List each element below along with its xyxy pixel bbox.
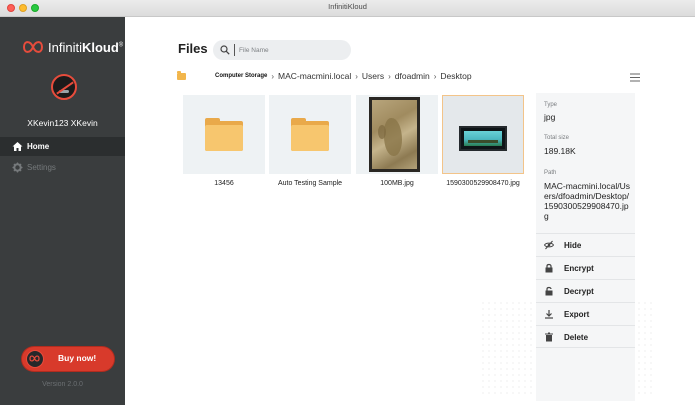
breadcrumb-root[interactable]: Computer Storage: [215, 73, 267, 79]
sidebar-item-home[interactable]: Home: [0, 137, 125, 156]
size-label: Total size: [544, 135, 570, 141]
app-logo: InfinitiKloud®: [22, 37, 127, 57]
logo-text: InfinitiKloud®: [48, 40, 123, 55]
eye-slash-icon: [544, 240, 554, 250]
chevron-right-icon: ›: [271, 71, 275, 81]
type-value: jpg: [544, 112, 556, 122]
version-label: Version 2.0.0: [42, 381, 83, 388]
chevron-right-icon: ›: [388, 71, 391, 81]
chevron-right-icon: ›: [433, 71, 437, 81]
sidebar-item-label: Settings: [27, 163, 56, 172]
decorative-dots: [636, 300, 656, 395]
image-thumbnail: [369, 97, 420, 172]
path-label: Path: [544, 170, 557, 176]
file-name: 100MB.jpg: [380, 180, 414, 187]
unlock-icon: [545, 286, 553, 296]
encrypt-button[interactable]: Encrypt: [536, 256, 635, 279]
breadcrumb-item-user[interactable]: dfoadmin: [395, 71, 430, 81]
breadcrumb-item-users[interactable]: Users: [362, 71, 384, 81]
breadcrumb-bar: Computer Storage › MAC-macmini.local › U…: [170, 67, 642, 89]
file-name: 13456: [214, 180, 234, 187]
encrypt-label: Encrypt: [564, 264, 594, 273]
size-value: 189.18K: [544, 146, 576, 156]
file-tile[interactable]: [356, 95, 438, 174]
path-value: MAC-macmini.local/Users/dfoadmin/Desktop…: [544, 181, 630, 221]
logo-text-bold: Kloud: [81, 39, 119, 55]
avatar[interactable]: [51, 74, 77, 100]
file-tile[interactable]: [269, 95, 351, 174]
breadcrumb: Computer Storage › MAC-macmini.local › U…: [215, 71, 472, 81]
search-bar: [213, 40, 351, 60]
export-icon: [545, 310, 553, 319]
sidebar-item-label: Home: [27, 142, 50, 151]
sidebar-item-settings[interactable]: Settings: [0, 158, 125, 177]
image-thumbnail: [459, 126, 507, 151]
delete-label: Delete: [564, 333, 589, 342]
decrypt-label: Decrypt: [564, 287, 594, 296]
folder-icon: [291, 118, 329, 151]
file-tile-selected[interactable]: [442, 95, 524, 174]
file-tile[interactable]: [183, 95, 265, 174]
title-bar: InfinitiKloud: [0, 0, 695, 17]
logo-icon: [26, 350, 44, 368]
home-icon: [12, 142, 23, 151]
hide-button[interactable]: Hide: [536, 233, 635, 256]
gear-icon: [12, 162, 23, 173]
search-divider: [234, 44, 235, 56]
delete-button[interactable]: Delete: [536, 325, 635, 348]
breadcrumb-item-desktop[interactable]: Desktop: [440, 71, 471, 81]
folder-icon: [205, 118, 243, 151]
file-name: 1590300529908470.jpg: [446, 180, 520, 187]
export-label: Export: [564, 310, 590, 319]
logo-icon: [22, 41, 44, 53]
sidebar: InfinitiKloud® XKevin123 XKevin Home Set…: [0, 17, 125, 405]
file-name: Auto Testing Sample: [277, 180, 343, 187]
type-label: Type: [544, 102, 558, 108]
page-title: Files: [178, 41, 208, 56]
folder-icon: [177, 71, 186, 80]
buy-now-label: Buy now!: [58, 353, 97, 363]
export-button[interactable]: Export: [536, 302, 635, 325]
search-icon: [220, 45, 230, 55]
list-view-icon[interactable]: [630, 73, 640, 82]
buy-now-button[interactable]: Buy now!: [22, 347, 114, 371]
app-window: InfinitiKloud InfinitiKloud® XKevin123 X…: [0, 0, 695, 405]
logo-text-prefix: Infiniti: [48, 39, 82, 55]
registered-mark: ®: [118, 42, 124, 49]
search-input[interactable]: [239, 43, 344, 57]
details-panel: Type jpg Total size 189.18K Path MAC-mac…: [536, 93, 635, 401]
trash-icon: [545, 332, 553, 342]
decrypt-button[interactable]: Decrypt: [536, 279, 635, 302]
breadcrumb-item-host[interactable]: MAC-macmini.local: [278, 71, 351, 81]
window-title: InfinitiKloud: [328, 2, 367, 11]
chevron-right-icon: ›: [355, 71, 358, 81]
hide-label: Hide: [564, 241, 582, 250]
lock-icon: [545, 263, 553, 273]
decorative-dots: [480, 300, 535, 395]
user-name: XKevin123 XKevin: [27, 118, 98, 128]
